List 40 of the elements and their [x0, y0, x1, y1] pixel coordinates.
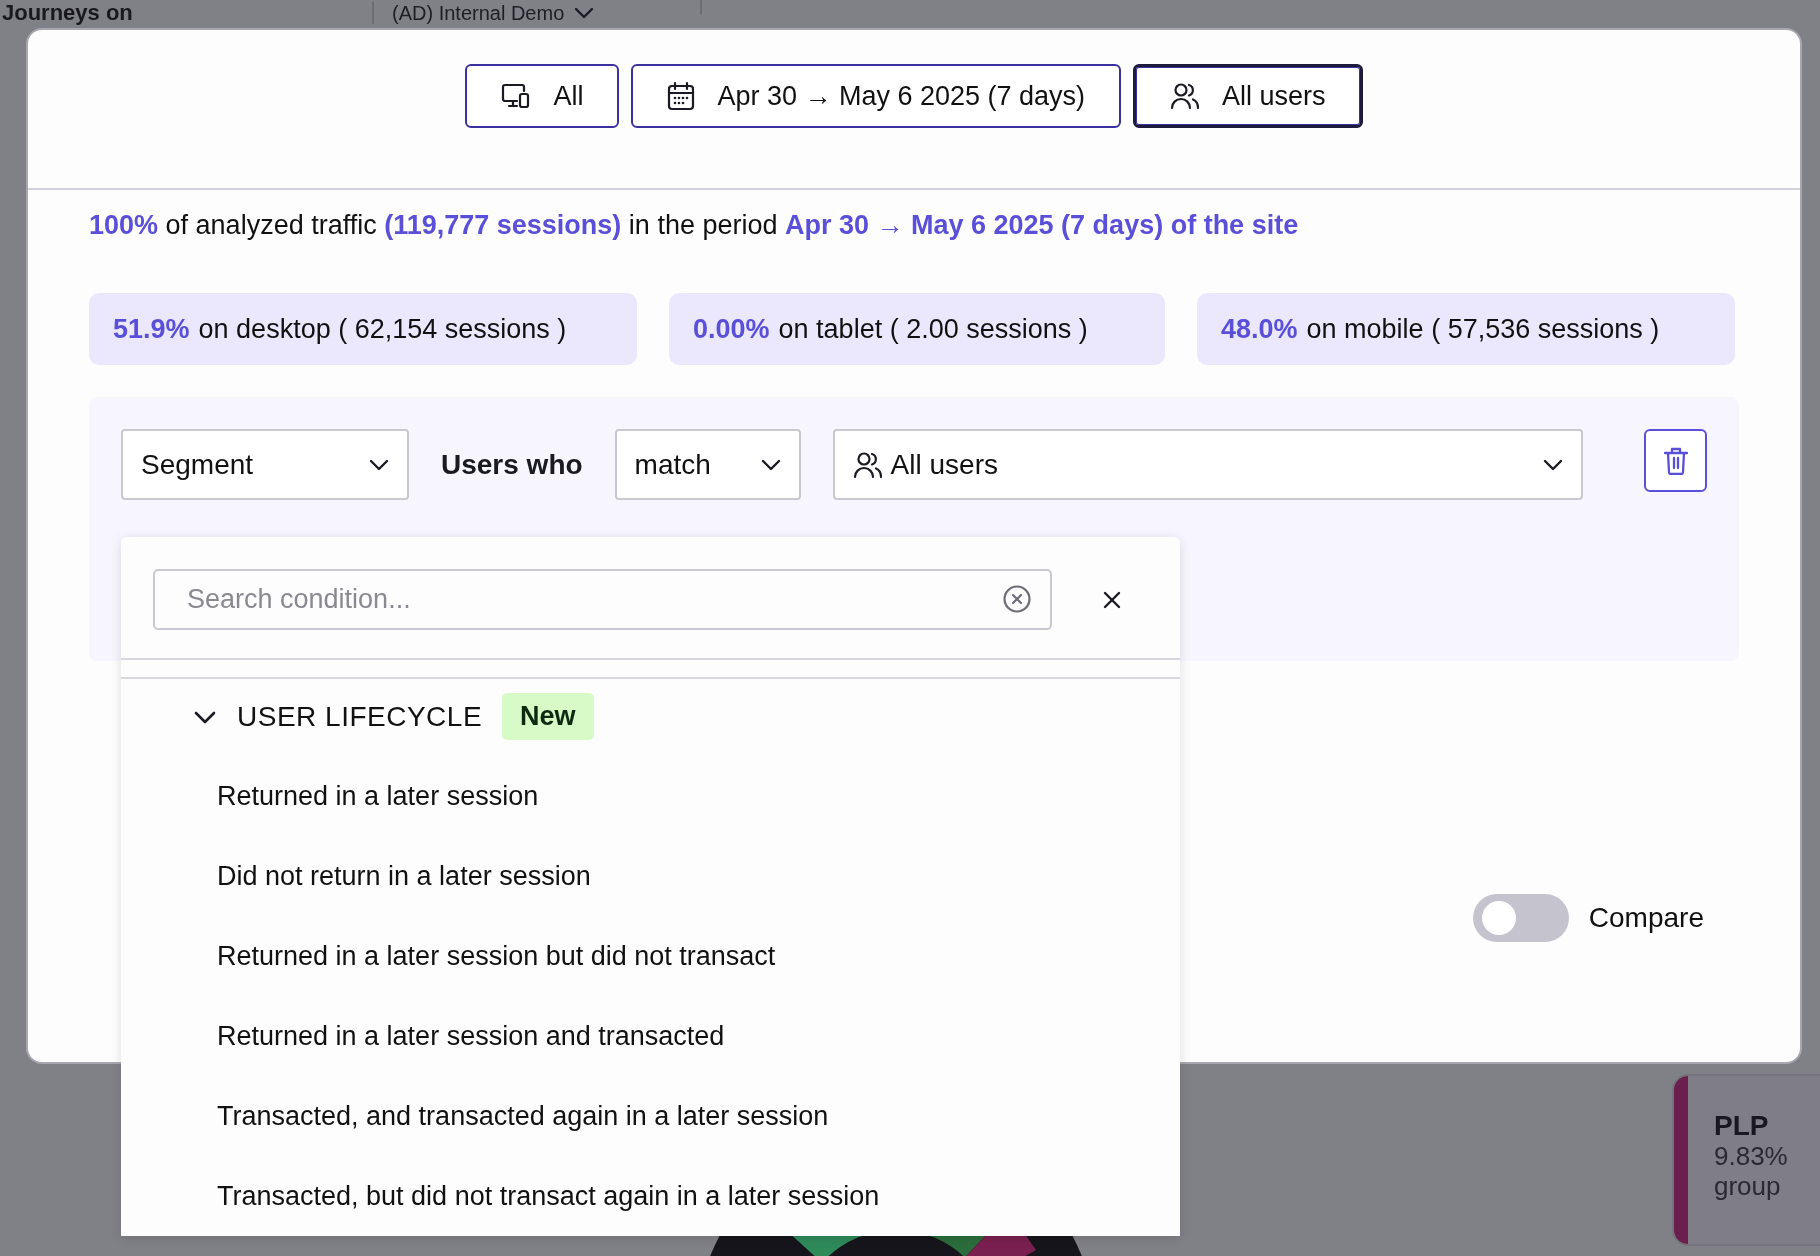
search-field[interactable]: Search condition...: [153, 569, 1052, 630]
card-title: PLP: [1714, 1110, 1770, 1142]
page-title: Journeys on: [2, 2, 133, 24]
group-title: USER LIFECYCLE: [237, 700, 483, 733]
condition-option[interactable]: Transacted, and transacted again in a later session: [121, 1076, 1180, 1156]
segment-select[interactable]: Segment: [121, 429, 409, 501]
audience-select[interactable]: All users: [832, 429, 1583, 501]
condition-option[interactable]: Returned in a later session and transacted: [121, 996, 1180, 1076]
new-badge: New: [502, 693, 594, 740]
device-share-card: 51.9% on desktop ( 62,154 sessions ): [89, 293, 637, 366]
audience-button[interactable]: All users: [1133, 64, 1363, 128]
device-share-card: 0.00% on tablet ( 2.00 sessions ): [669, 293, 1165, 366]
date-range-button[interactable]: Apr 30 → May 6 2025 (7 days): [631, 64, 1122, 128]
users-icon: [1170, 82, 1201, 110]
chevron-down-icon: [760, 458, 781, 471]
traffic-summary: 100% of analyzed traffic (119,777 sessions) in the period Apr 30 → May 6 2025 (7 days) of the site: [89, 209, 1300, 242]
users-icon: [852, 450, 883, 479]
devices-icon: [501, 82, 532, 110]
delete-button[interactable]: [1644, 429, 1707, 493]
chevron-down-icon: [369, 458, 389, 471]
compare-label: Compare: [1588, 902, 1704, 934]
condition-option[interactable]: Returned in a later session but did not transact: [121, 916, 1180, 996]
clear-icon[interactable]: [1002, 584, 1032, 614]
match-select[interactable]: match: [614, 429, 801, 501]
condition-option[interactable]: Transacted, but did not transact again in a later session: [121, 1156, 1180, 1236]
card-caption: group: [1714, 1171, 1782, 1202]
calendar-icon: [667, 81, 696, 111]
compare-toggle[interactable]: [1472, 894, 1569, 942]
close-icon[interactable]: [1102, 589, 1122, 610]
chevron-down-icon: [1542, 458, 1563, 471]
condition-option[interactable]: Did not return in a later session: [121, 836, 1180, 916]
condition-option[interactable]: Returned in a later session: [121, 756, 1180, 836]
chevron-down-icon: [574, 7, 595, 19]
chevron-down-icon[interactable]: [193, 709, 217, 724]
trash-icon: [1663, 446, 1688, 475]
users-who-label: Users who: [441, 447, 583, 482]
device-share-card: 48.0% on mobile ( 57,536 sessions ): [1197, 293, 1735, 366]
card-value: 9.83%: [1714, 1142, 1788, 1172]
workspace-selector[interactable]: (AD) Internal Demo: [372, 2, 595, 24]
device-filter-button[interactable]: All: [465, 64, 620, 128]
